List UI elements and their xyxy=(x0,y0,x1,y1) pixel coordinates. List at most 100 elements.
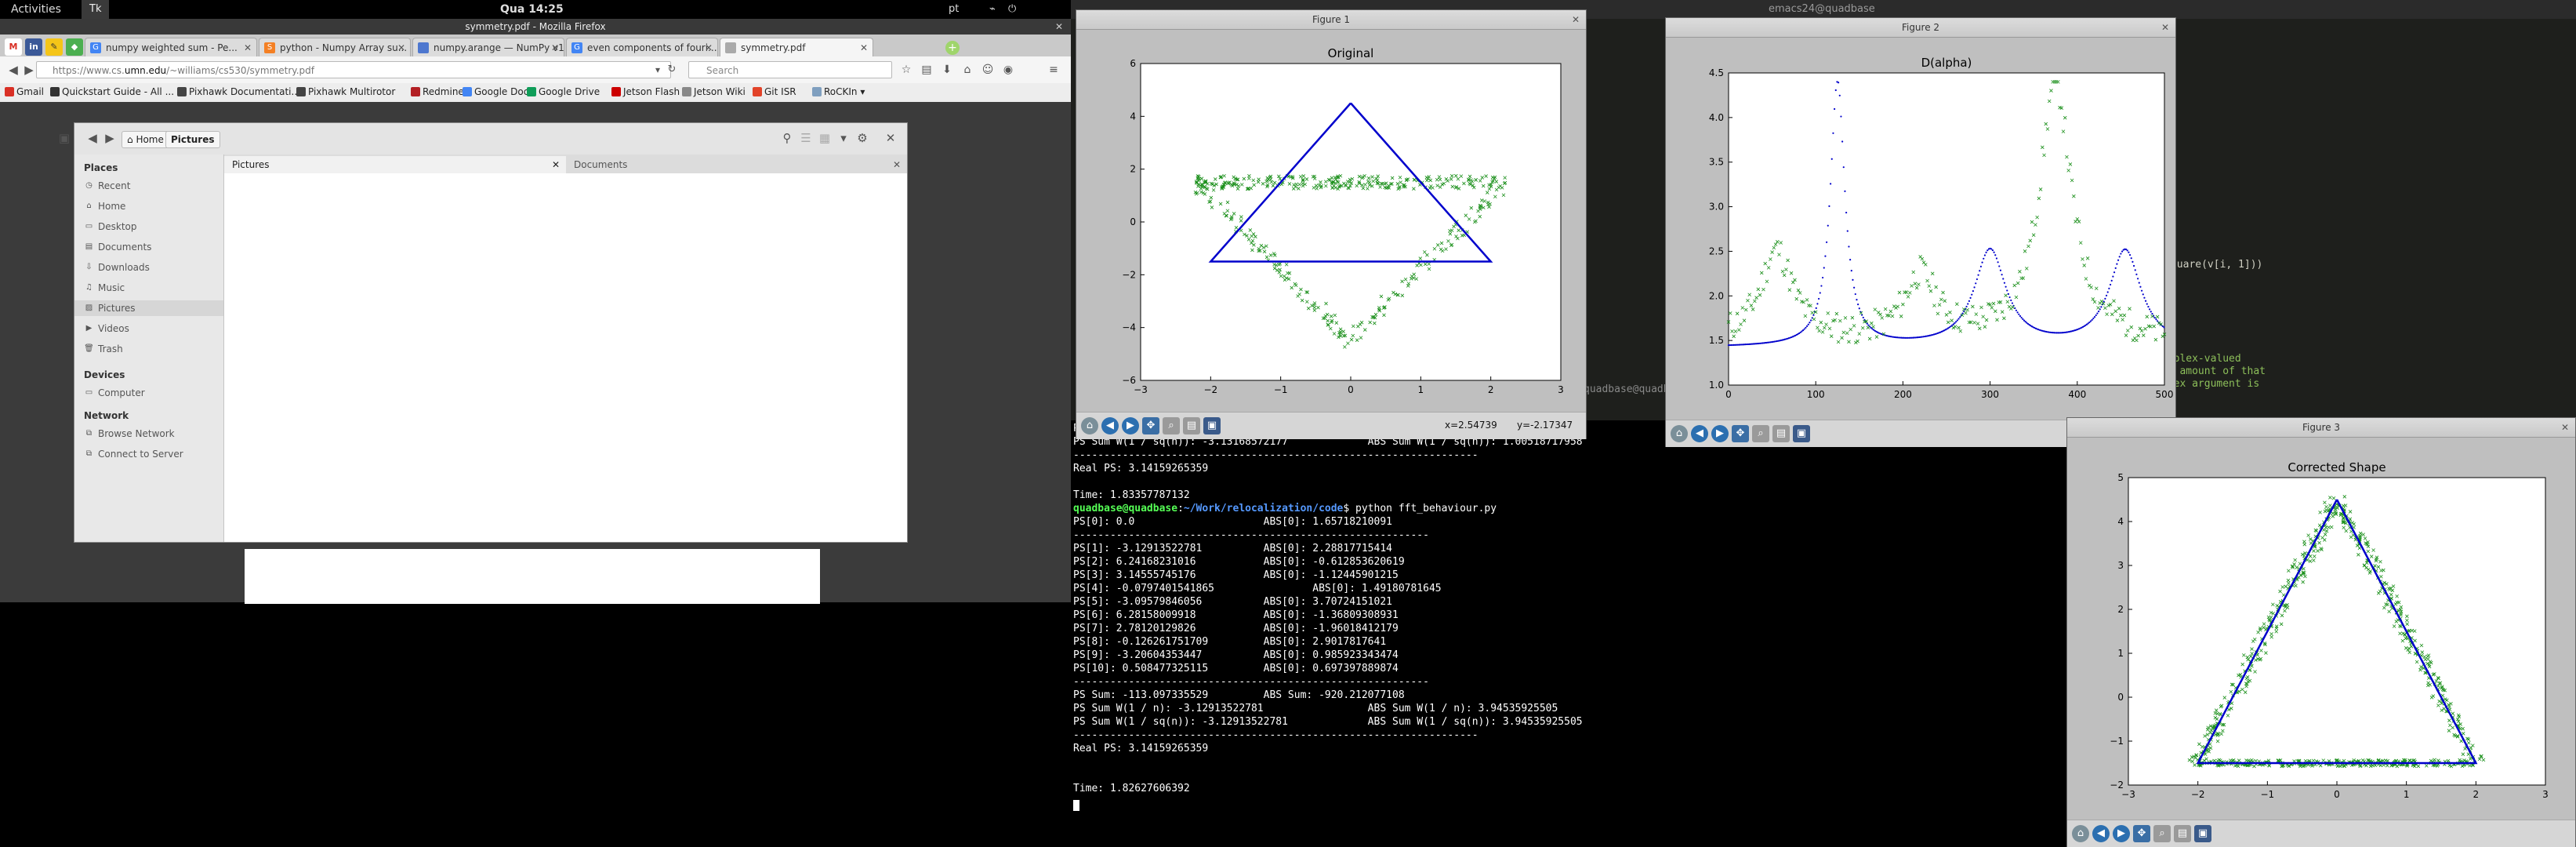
list-view-icon[interactable]: ☰ xyxy=(797,129,815,147)
close-icon[interactable]: ✕ xyxy=(1572,10,1580,29)
download-icon[interactable]: ⬇ xyxy=(939,62,955,78)
zoom-icon[interactable]: ⌕ xyxy=(2153,825,2171,842)
subplots-icon[interactable]: ▤ xyxy=(1183,417,1200,434)
sidebar-item-videos[interactable]: ▶ Videos xyxy=(84,321,217,336)
system-menu-icons[interactable]: ⌁ ⏻ xyxy=(989,3,1021,15)
tab-0[interactable]: Gnumpy weighted sum - Pe... ✕ xyxy=(85,38,257,56)
bookmark-0[interactable]: Gmail xyxy=(5,86,44,97)
bookmark-1[interactable]: Quickstart Guide - All ... xyxy=(50,86,174,97)
close-icon[interactable]: ✕ xyxy=(882,129,899,147)
hamburger-menu-icon[interactable]: ≡ xyxy=(1046,62,1061,78)
bookmark-9[interactable]: Git ISR xyxy=(753,86,796,97)
tab-4[interactable]: symmetry.pdf ✕ xyxy=(720,38,873,56)
sidebar-item-network-0[interactable]: ⧉ Browse Network xyxy=(84,426,217,442)
terminal-cursor[interactable] xyxy=(1073,800,1079,811)
pinned-tab-keep[interactable]: ✎ xyxy=(45,38,63,56)
reload-icon[interactable]: ↻ xyxy=(663,61,680,78)
zoom-icon[interactable]: ⌕ xyxy=(1752,425,1769,442)
input-language[interactable]: pt xyxy=(949,3,959,15)
bookmark-3[interactable]: Pixhawk Multirotor xyxy=(296,86,395,97)
sidebar-item-trash[interactable]: 🗑 Trash xyxy=(84,341,217,357)
close-icon[interactable]: ✕ xyxy=(2161,18,2169,37)
grid-view-icon[interactable]: ▦ xyxy=(816,129,833,147)
home-icon[interactable]: ⌂ xyxy=(1081,417,1098,434)
forward-icon[interactable]: ▶ xyxy=(1122,417,1139,434)
breadcrumb-home[interactable]: ⌂ Home xyxy=(122,131,169,148)
tab-documents[interactable]: Documents ✕ xyxy=(566,156,907,173)
close-icon[interactable]: ✕ xyxy=(397,38,405,56)
forward-icon[interactable]: ▶ xyxy=(2113,825,2130,842)
view-options-icon[interactable]: ▾ xyxy=(835,129,852,147)
search-input[interactable]: Search xyxy=(688,61,892,78)
close-icon[interactable]: ✕ xyxy=(2561,418,2569,437)
back-icon[interactable]: ◀ xyxy=(1691,425,1708,442)
pinned-tab-gmail[interactable]: M xyxy=(5,38,22,56)
sidebar-item-documents[interactable]: ▤ Documents xyxy=(84,239,217,255)
zoom-icon[interactable]: ⌕ xyxy=(1163,417,1180,434)
bookmark-star-icon[interactable]: ☆ xyxy=(898,62,914,78)
bookmark-2[interactable]: Pixhawk Documentati... xyxy=(177,86,300,97)
curve-point xyxy=(1952,323,1954,325)
bookmark-7[interactable]: Jetson Flash xyxy=(611,86,680,97)
tab-2[interactable]: numpy.arange — NumPy v1.9 ...✕ xyxy=(412,38,564,56)
app-menu[interactable]: Tk xyxy=(82,0,110,19)
bookmark-8[interactable]: Jetson Wiki xyxy=(682,86,746,97)
save-icon[interactable]: ▣ xyxy=(1793,425,1810,442)
home-icon[interactable]: ⌂ xyxy=(2072,825,2089,842)
sidebar-item-computer[interactable]: ▭ Computer xyxy=(84,385,217,401)
save-icon[interactable]: ▣ xyxy=(2194,825,2211,842)
bookmark-4[interactable]: Redmine xyxy=(411,86,464,97)
close-icon[interactable]: ✕ xyxy=(860,38,868,56)
clock[interactable]: Qua 14:25 xyxy=(500,3,564,16)
subplots-icon[interactable]: ▤ xyxy=(1772,425,1790,442)
sidebar-item-network-1[interactable]: ⧉ Connect to Server xyxy=(84,446,217,462)
bookmark-10[interactable]: RoCKIn ▾ xyxy=(812,86,865,97)
back-icon[interactable]: ◀ xyxy=(5,61,22,78)
sidebar-item-pictures[interactable]: ▨ Pictures xyxy=(74,300,223,316)
sidebar-toggle-icon[interactable]: ▣ xyxy=(56,129,73,147)
new-tab-button[interactable]: + xyxy=(945,41,960,55)
forward-icon[interactable]: ▶ xyxy=(101,129,118,147)
close-icon[interactable]: ✕ xyxy=(893,156,901,173)
bookmark-5[interactable]: Google Docs xyxy=(463,86,534,97)
pinned-tab-feedly[interactable]: ◆ xyxy=(66,38,83,56)
save-icon[interactable]: ▣ xyxy=(1203,417,1221,434)
home-icon[interactable]: ⌂ xyxy=(1671,425,1688,442)
forward-icon[interactable]: ▶ xyxy=(20,61,38,78)
back-icon[interactable]: ◀ xyxy=(2092,825,2110,842)
close-icon[interactable]: ✕ xyxy=(244,38,252,56)
chat-icon[interactable]: ☺ xyxy=(980,62,996,78)
pinned-tab-linkedin[interactable]: in xyxy=(25,38,42,56)
pan-icon[interactable]: ✥ xyxy=(2133,825,2150,842)
tab-label: numpy.arange — NumPy v1.9 ... xyxy=(434,42,564,53)
sidebar-item-music[interactable]: ♫ Music xyxy=(84,280,217,296)
bookmarks-menu-icon[interactable]: ▤ xyxy=(919,62,934,78)
forward-icon[interactable]: ▶ xyxy=(1711,425,1729,442)
pan-icon[interactable]: ✥ xyxy=(1142,417,1159,434)
subplots-icon[interactable]: ▤ xyxy=(2174,825,2191,842)
home-icon[interactable]: ⌂ xyxy=(960,62,975,78)
terminal-line: PS[8]: -0.126261751709 ABS[0]: 2.9017817… xyxy=(1073,636,1387,648)
close-icon[interactable]: ✕ xyxy=(552,156,560,173)
back-icon[interactable]: ◀ xyxy=(84,129,101,147)
close-icon[interactable]: ✕ xyxy=(551,38,559,56)
close-icon[interactable]: ✕ xyxy=(1055,19,1063,35)
back-icon[interactable]: ◀ xyxy=(1101,417,1119,434)
tab-pictures[interactable]: Pictures ✕ xyxy=(224,156,566,173)
tab-1[interactable]: Spython - Numpy Array su... ✕ xyxy=(259,38,411,56)
pocket-icon[interactable]: ◉ xyxy=(1000,62,1016,78)
search-icon[interactable]: ⚲ xyxy=(778,129,796,147)
activities-button[interactable]: Activities xyxy=(11,3,61,16)
close-icon[interactable]: ✕ xyxy=(705,38,713,56)
breadcrumb-current[interactable]: Pictures xyxy=(165,131,220,148)
file-view[interactable] xyxy=(224,173,907,542)
sidebar-item-home[interactable]: ⌂ Home xyxy=(84,198,217,214)
gear-icon[interactable]: ⚙ xyxy=(854,129,871,147)
sidebar-item-desktop[interactable]: ▭ Desktop xyxy=(84,219,217,234)
sidebar-item-recent[interactable]: ◷ Recent xyxy=(84,178,217,194)
url-bar[interactable]: https://www.cs.umn.edu/~williams/cs530/s… xyxy=(36,61,671,78)
sidebar-item-downloads[interactable]: ⇩ Downloads xyxy=(84,260,217,275)
tab-3[interactable]: Geven components of fouri... ✕ xyxy=(566,38,718,56)
pan-icon[interactable]: ✥ xyxy=(1732,425,1749,442)
bookmark-6[interactable]: Google Drive xyxy=(527,86,600,97)
